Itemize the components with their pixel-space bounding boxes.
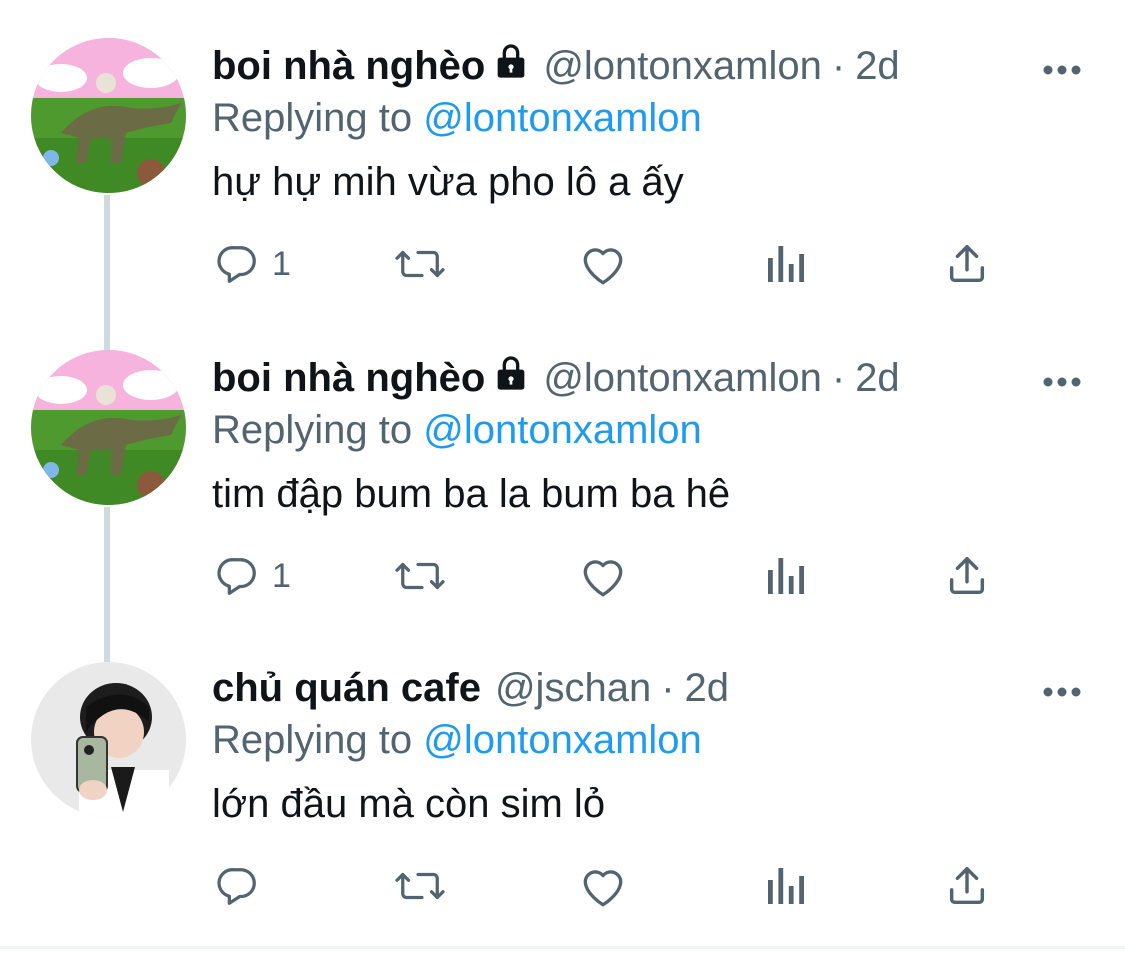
tweet-text: lớn đầu mà còn sim lỏ bbox=[212, 782, 606, 826]
handle[interactable]: @lontonxamlon bbox=[543, 354, 822, 402]
retweet-button[interactable] bbox=[392, 546, 448, 606]
timestamp[interactable]: 2d bbox=[855, 42, 900, 90]
retweet-icon bbox=[392, 553, 448, 599]
reply-button[interactable] bbox=[214, 856, 272, 916]
share-icon bbox=[944, 863, 990, 909]
reply-button[interactable]: 1 bbox=[214, 546, 291, 606]
views-icon bbox=[764, 554, 808, 598]
action-bar: 1 bbox=[0, 546, 1125, 606]
heart-icon bbox=[578, 553, 628, 599]
divider bbox=[0, 946, 1125, 949]
tweet-header: boi nhà nghèo @lontonxamlon · 2d bbox=[212, 34, 900, 98]
tweet-header: chủ quán cafe @jschan · 2d bbox=[212, 656, 729, 720]
reply-icon bbox=[214, 553, 260, 599]
reply-icon bbox=[214, 241, 260, 287]
heart-icon bbox=[578, 241, 628, 287]
separator: · bbox=[831, 356, 846, 400]
handle[interactable]: @jschan bbox=[495, 664, 651, 712]
replying-label: Replying to bbox=[212, 96, 413, 140]
mention-link[interactable]: @lontonxamlon bbox=[423, 718, 702, 762]
separator: · bbox=[661, 666, 675, 710]
replying-to: Replying to @lontonxamlon bbox=[212, 90, 702, 146]
reply-button[interactable]: 1 bbox=[214, 234, 291, 294]
reply-icon bbox=[214, 863, 260, 909]
display-name[interactable]: boi nhà nghèo bbox=[212, 354, 485, 402]
display-name[interactable]: chủ quán cafe bbox=[212, 664, 481, 712]
share-button[interactable] bbox=[944, 856, 990, 916]
more-icon[interactable] bbox=[1040, 670, 1084, 714]
share-button[interactable] bbox=[944, 546, 990, 606]
replying-label: Replying to bbox=[212, 718, 413, 762]
more-icon[interactable] bbox=[1040, 360, 1084, 404]
display-name[interactable]: boi nhà nghèo bbox=[212, 42, 485, 90]
action-bar bbox=[0, 856, 1125, 916]
separator: · bbox=[831, 44, 846, 88]
tweet-text: hự hự mih vừa pho lô a ấy bbox=[212, 160, 684, 204]
mention-link[interactable]: @lontonxamlon bbox=[423, 408, 702, 452]
share-button[interactable] bbox=[944, 234, 990, 294]
share-icon bbox=[944, 553, 990, 599]
avatar[interactable] bbox=[31, 38, 186, 193]
heart-icon bbox=[578, 863, 628, 909]
retweet-icon bbox=[392, 241, 448, 287]
timestamp[interactable]: 2d bbox=[685, 664, 730, 712]
mention-link[interactable]: @lontonxamlon bbox=[423, 96, 702, 140]
reply-count: 1 bbox=[272, 556, 291, 595]
views-button[interactable] bbox=[764, 234, 808, 294]
views-button[interactable] bbox=[764, 546, 808, 606]
handle[interactable]: @lontonxamlon bbox=[543, 42, 822, 90]
retweet-button[interactable] bbox=[392, 856, 448, 916]
avatar[interactable] bbox=[31, 662, 186, 817]
lock-icon bbox=[491, 353, 531, 404]
like-button[interactable] bbox=[578, 546, 628, 606]
tweet[interactable]: boi nhà nghèo @lontonxamlon · 2d Replyin… bbox=[0, 34, 1125, 334]
reply-count: 1 bbox=[272, 244, 291, 283]
replying-label: Replying to bbox=[212, 408, 413, 452]
tweet-header: boi nhà nghèo @lontonxamlon · 2d bbox=[212, 346, 900, 410]
views-icon bbox=[764, 864, 808, 908]
more-icon[interactable] bbox=[1040, 48, 1084, 92]
replying-to: Replying to @lontonxamlon bbox=[212, 712, 702, 768]
like-button[interactable] bbox=[578, 234, 628, 294]
tweet-text: tim đập bum ba la bum ba hê bbox=[212, 472, 731, 516]
retweet-icon bbox=[392, 863, 448, 909]
replying-to: Replying to @lontonxamlon bbox=[212, 402, 702, 458]
avatar[interactable] bbox=[31, 350, 186, 505]
tweet[interactable]: boi nhà nghèo @lontonxamlon · 2d Replyin… bbox=[0, 346, 1125, 646]
tweet[interactable]: chủ quán cafe @jschan · 2d Replying to @… bbox=[0, 656, 1125, 946]
views-button[interactable] bbox=[764, 856, 808, 916]
share-icon bbox=[944, 241, 990, 287]
lock-icon bbox=[491, 41, 531, 92]
views-icon bbox=[764, 242, 808, 286]
retweet-button[interactable] bbox=[392, 234, 448, 294]
action-bar: 1 bbox=[0, 234, 1125, 294]
like-button[interactable] bbox=[578, 856, 628, 916]
timestamp[interactable]: 2d bbox=[855, 354, 900, 402]
